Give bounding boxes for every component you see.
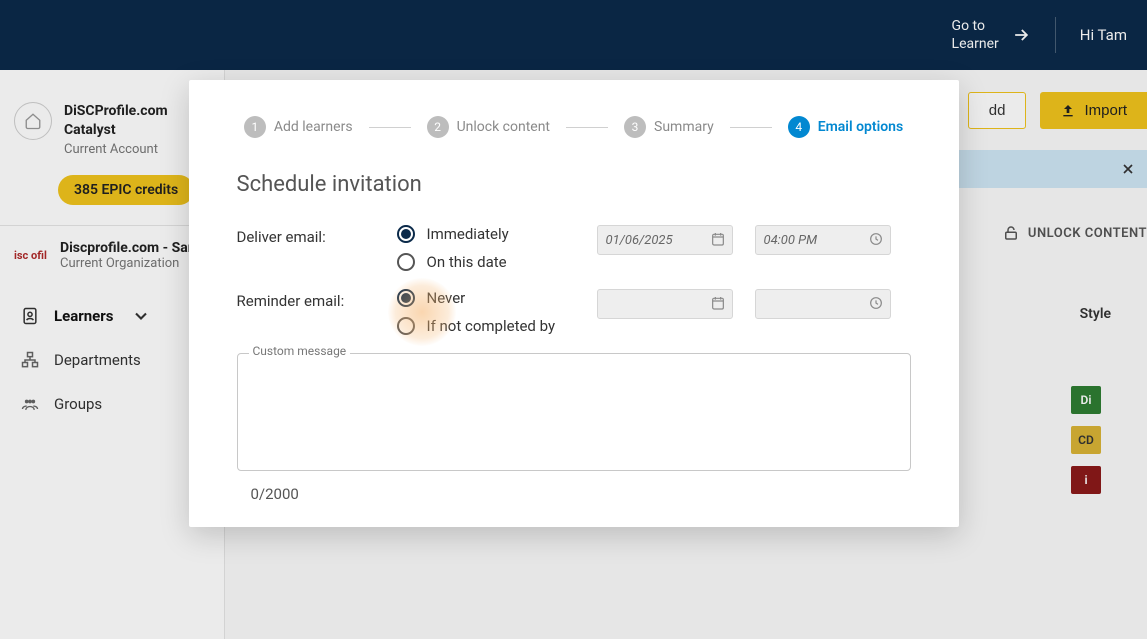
custom-message-box: Custom message: [237, 353, 911, 475]
radio-icon: [397, 317, 415, 335]
reminder-row: Reminder email: Never If not completed b…: [237, 289, 911, 335]
step-number: 1: [244, 116, 266, 138]
clock-icon: [868, 295, 884, 311]
radio-never[interactable]: Never: [397, 289, 567, 307]
picker-value: 04:00 PM: [764, 233, 818, 248]
step-number: 3: [624, 116, 646, 138]
radio-immediately[interactable]: Immediately: [397, 225, 567, 243]
custom-message-label: Custom message: [249, 344, 351, 358]
clock-icon: [868, 231, 884, 247]
step-connector: [369, 127, 411, 128]
radio-if-not-completed[interactable]: If not completed by: [397, 317, 567, 335]
stepper: 1 Add learners 2 Unlock content 3 Summar…: [237, 116, 911, 138]
calendar-icon: [710, 231, 726, 247]
radio-label: Immediately: [427, 225, 509, 243]
deliver-date-picker[interactable]: 01/06/2025: [597, 225, 733, 255]
char-count: 0/2000: [237, 485, 911, 503]
picker-value: 01/06/2025: [606, 233, 673, 248]
step-summary[interactable]: 3 Summary: [624, 116, 714, 138]
reminder-label: Reminder email:: [237, 289, 367, 310]
step-number: 2: [427, 116, 449, 138]
deliver-row: Deliver email: Immediately On this date …: [237, 225, 911, 271]
step-add-learners[interactable]: 1 Add learners: [244, 116, 353, 138]
step-unlock-content[interactable]: 2 Unlock content: [427, 116, 550, 138]
step-connector: [566, 127, 608, 128]
step-label: Email options: [818, 119, 903, 135]
radio-label: If not completed by: [427, 317, 556, 335]
radio-label: On this date: [427, 253, 507, 271]
radio-icon: [397, 289, 415, 307]
step-label: Add learners: [274, 119, 353, 135]
radio-icon: [397, 225, 415, 243]
step-label: Unlock content: [457, 119, 550, 135]
reminder-date-picker[interactable]: [597, 289, 733, 319]
modal-overlay[interactable]: 1 Add learners 2 Unlock content 3 Summar…: [0, 0, 1147, 639]
step-label: Summary: [654, 119, 714, 135]
deliver-time-picker[interactable]: 04:00 PM: [755, 225, 891, 255]
radio-icon: [397, 253, 415, 271]
deliver-label: Deliver email:: [237, 225, 367, 246]
calendar-icon: [710, 295, 726, 311]
reminder-time-picker[interactable]: [755, 289, 891, 319]
step-number: 4: [788, 116, 810, 138]
modal-title: Schedule invitation: [237, 172, 911, 197]
radio-on-this-date[interactable]: On this date: [397, 253, 567, 271]
custom-message-textarea[interactable]: [237, 353, 911, 471]
step-connector: [730, 127, 772, 128]
radio-label: Never: [427, 289, 466, 307]
email-options-modal: 1 Add learners 2 Unlock content 3 Summar…: [189, 80, 959, 527]
step-email-options[interactable]: 4 Email options: [788, 116, 903, 138]
